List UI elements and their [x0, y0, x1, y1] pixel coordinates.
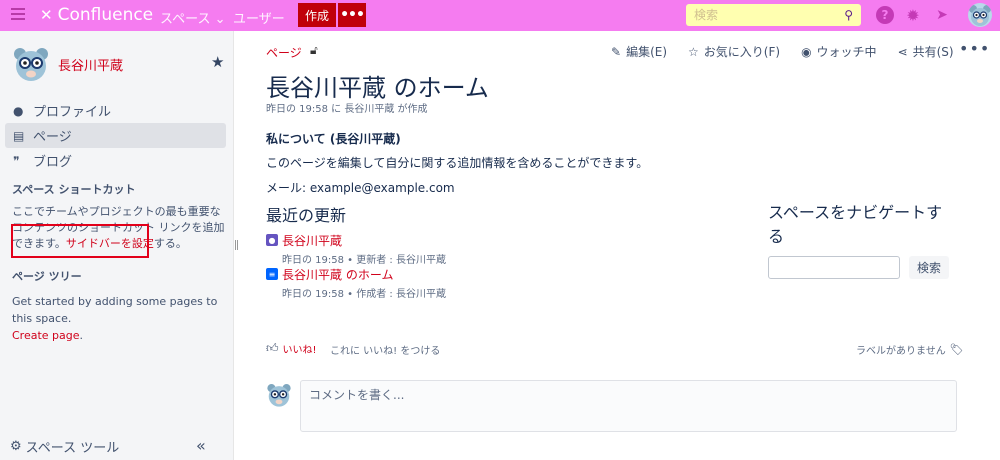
page-icon: ≡ — [266, 268, 278, 280]
page-content: ページ 🔓︎ ✎ 編集(E) ☆ お気に入り(F) ◉ ウォッチ中 ⋖ 共有(S… — [234, 31, 1000, 460]
navigate-space-heading: スペースをナビゲートする — [768, 203, 943, 246]
unlock-icon[interactable]: 🔓︎ — [310, 43, 318, 58]
more-actions-button[interactable]: ••• — [959, 39, 990, 58]
update-title-link[interactable]: 長谷川平蔵 — [282, 232, 446, 249]
space-tools-label: スペース ツール — [25, 441, 120, 456]
sidebar-item-profile[interactable]: ● プロファイル — [5, 98, 226, 123]
page-tree-description: Get started by adding some pages to this… — [12, 295, 218, 325]
person-icon: ● — [13, 103, 24, 118]
user-avatar[interactable] — [968, 3, 992, 27]
confluence-logo-icon: ✕ — [40, 6, 53, 24]
top-navigation-bar: ✕ Confluence スペース ⌄ ユーザー 作成 ••• ⚲ ? ✹ ➤ — [0, 0, 1000, 31]
thumbs-up-icon: 👍︎ — [266, 341, 279, 355]
email-text: メール: example@example.com — [266, 181, 455, 195]
edit-label: 編集(E) — [626, 45, 668, 59]
favorite-button[interactable]: ☆ お気に入り(F) — [688, 43, 780, 60]
edit-button[interactable]: ✎ 編集(E) — [611, 43, 667, 60]
confluence-logo[interactable]: ✕ Confluence — [40, 5, 153, 25]
sidebar-item-label: ページ — [33, 130, 72, 145]
update-detail: 昨日の 19:58 • 作成者 : 長谷川平蔵 — [282, 289, 446, 300]
gear-icon[interactable]: ✹ — [904, 6, 922, 25]
space-search-button[interactable]: 検索 — [909, 256, 949, 279]
page-meta: 昨日の 19:58 に 長谷川平蔵 が作成 — [266, 104, 428, 115]
sidebar-nav: ● プロファイル ▤ ページ ❞ ブログ — [5, 98, 226, 173]
notifications-icon[interactable]: ➤ — [933, 6, 951, 24]
breadcrumb[interactable]: ページ — [266, 44, 302, 61]
space-sidebar: 長谷川平蔵 ★ ● プロファイル ▤ ページ ❞ ブログ スペース ショートカッ… — [0, 31, 234, 460]
highlight-box — [11, 224, 149, 258]
share-icon: ⋖ — [897, 44, 908, 59]
share-button[interactable]: ⋖ 共有(S) — [898, 43, 954, 60]
space-search-input[interactable] — [768, 256, 900, 279]
search-box[interactable]: ⚲ — [686, 4, 861, 26]
search-input[interactable] — [694, 8, 834, 22]
recent-updates-heading: 最近の更新 — [266, 206, 347, 225]
space-name[interactable]: 長谷川平蔵 — [58, 55, 123, 74]
sidebar-item-blog[interactable]: ❞ ブログ — [5, 148, 226, 173]
app-switcher-icon[interactable] — [11, 8, 25, 22]
sidebar-item-label: ブログ — [33, 155, 73, 170]
gear-icon: ⚙ — [10, 439, 22, 454]
about-text: このページを編集して自分に関する追加情報を含めることができます。 — [266, 156, 649, 170]
like-button[interactable]: 👍︎ いいね! — [266, 341, 317, 356]
update-title-link[interactable]: 長谷川平蔵 のホーム — [282, 266, 446, 283]
update-detail: 昨日の 19:58 • 更新者 : 長谷川平蔵 — [282, 255, 446, 266]
create-more-button[interactable]: ••• — [338, 3, 366, 27]
user-icon: ● — [266, 234, 278, 246]
share-label: 共有(S) — [912, 45, 954, 59]
sidebar-item-label: プロファイル — [33, 105, 112, 120]
page-tree-text: Get started by adding some pages to this… — [12, 293, 230, 344]
space-tools-button[interactable]: ⚙ スペース ツール — [10, 437, 119, 456]
page-tree-heading: ページ ツリー — [12, 270, 82, 283]
chevron-down-icon: ⌄ — [214, 12, 226, 27]
star-icon[interactable]: ★ — [211, 53, 224, 71]
spaces-menu[interactable]: スペース ⌄ — [160, 8, 226, 27]
create-page-link[interactable]: Create page — [12, 329, 80, 342]
star-outline-icon: ☆ — [688, 44, 699, 59]
watch-label: ウォッチ中 — [816, 45, 877, 59]
help-icon[interactable]: ? — [876, 6, 894, 24]
list-item: ● 長谷川平蔵 昨日の 19:58 • 更新者 : 長谷川平蔵 — [266, 232, 446, 266]
eye-icon: ◉ — [801, 44, 812, 59]
pencil-icon: ✎ — [611, 44, 622, 59]
list-item: ≡ 長谷川平蔵 のホーム 昨日の 19:58 • 作成者 : 長谷川平蔵 — [266, 266, 446, 300]
shortcuts-suffix: する。 — [153, 237, 187, 250]
page-title: 長谷川平蔵 のホーム — [266, 74, 489, 102]
about-heading: 私について (長谷川平蔵) — [266, 132, 401, 146]
page-icon: ▤ — [13, 128, 25, 143]
labels-area: ラベルがありません 🏷︎ — [856, 342, 964, 357]
search-icon[interactable]: ⚲ — [844, 8, 853, 22]
no-labels-text: ラベルがありません — [856, 346, 946, 357]
users-menu[interactable]: ユーザー — [233, 8, 285, 27]
create-button[interactable]: 作成 — [298, 3, 336, 27]
quote-icon: ❞ — [13, 153, 20, 168]
tag-icon[interactable]: 🏷︎ — [950, 343, 964, 356]
app-name: Confluence — [57, 5, 154, 25]
like-label: いいね! — [282, 345, 317, 356]
collapse-sidebar-button[interactable]: « — [196, 436, 206, 455]
comment-input[interactable]: コメントを書く... — [300, 380, 957, 432]
spaces-menu-label: スペース — [160, 12, 211, 27]
commenter-avatar — [266, 382, 292, 408]
sidebar-item-pages[interactable]: ▤ ページ — [5, 123, 226, 148]
like-prompt: これに いいね! をつける — [330, 346, 441, 357]
favorite-label: お気に入り(F) — [703, 45, 781, 59]
page-tree-suffix: . — [79, 329, 84, 342]
page-actions: ✎ 編集(E) ☆ お気に入り(F) ◉ ウォッチ中 ⋖ 共有(S) — [611, 43, 954, 60]
space-shortcuts-heading: スペース ショートカット — [12, 183, 136, 196]
space-avatar[interactable] — [12, 45, 50, 83]
watch-button[interactable]: ◉ ウォッチ中 — [801, 43, 877, 60]
